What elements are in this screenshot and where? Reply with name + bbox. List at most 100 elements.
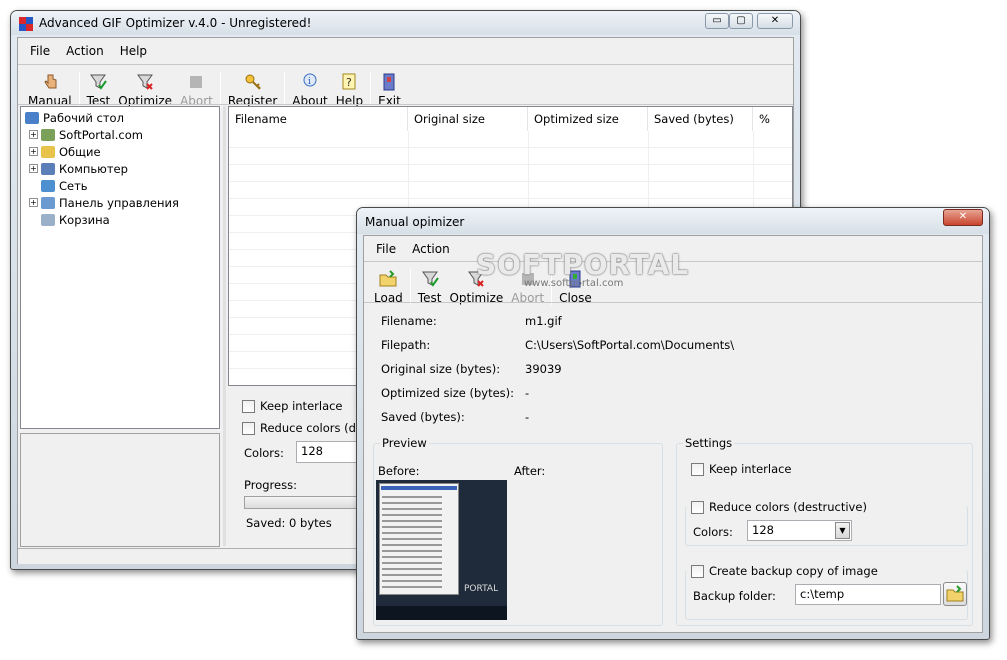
register-button[interactable]: Register: [224, 72, 281, 108]
tree-item-label: Общие: [59, 144, 101, 159]
main-title: Advanced GIF Optimizer v.4.0 - Unregiste…: [39, 16, 312, 30]
close-icon: ✕: [770, 15, 780, 26]
tree-item-label: Корзина: [59, 212, 110, 227]
folder-icon: [41, 145, 55, 158]
keep-interlace-checkbox[interactable]: [242, 400, 255, 413]
expand-icon[interactable]: +: [29, 147, 38, 156]
test-button[interactable]: Test: [83, 72, 115, 108]
browse-folder-button[interactable]: [943, 582, 967, 606]
field-value: m1.gif: [525, 314, 562, 328]
app-logo-icon: [19, 17, 33, 31]
tree-item[interactable]: + Панель управления: [25, 194, 219, 211]
dialog-titlebar[interactable]: Manual opimizer ✕: [357, 208, 989, 234]
stop-icon: [190, 76, 203, 88]
main-menubar: File Action Help: [22, 42, 155, 60]
column-saved[interactable]: Saved (bytes): [648, 107, 753, 131]
abort-button[interactable]: Abort: [176, 72, 217, 108]
recycle-bin-icon: [41, 213, 55, 226]
dialog-menu-file[interactable]: File: [368, 240, 404, 258]
maximize-icon: ▢: [736, 15, 746, 26]
column-filename[interactable]: Filename: [229, 107, 408, 131]
settings-group: Settings Keep interlace Reduce colors (d…: [676, 436, 973, 626]
backup-checkbox[interactable]: [691, 565, 704, 578]
before-label: Before:: [378, 464, 420, 478]
optimize-button[interactable]: Optimize: [114, 72, 176, 108]
tree-item-label: Рабочий стол: [43, 110, 124, 125]
tree-item-label: Компьютер: [59, 161, 128, 176]
hand-icon: [44, 74, 57, 89]
field-value: -: [525, 410, 530, 424]
tree-item-label: Сеть: [59, 178, 88, 193]
manual-button[interactable]: Manual: [24, 72, 76, 108]
dialog-reduce-colors-label: Reduce colors (destructive): [709, 500, 867, 514]
dialog-close-button[interactable]: ✕: [943, 209, 983, 226]
tree-item[interactable]: Корзина: [25, 211, 219, 228]
dialog-colors-select[interactable]: 128 ▼: [747, 520, 852, 541]
menu-help[interactable]: Help: [112, 42, 155, 60]
dialog-keep-interlace-option[interactable]: Keep interlace: [691, 462, 792, 476]
tree-item[interactable]: + Компьютер: [25, 160, 219, 177]
colors-label: Colors:: [244, 446, 284, 460]
progress-bar: [244, 496, 374, 509]
network-icon: [41, 179, 55, 192]
expand-icon[interactable]: +: [29, 130, 38, 139]
keep-interlace-label: Keep interlace: [260, 399, 343, 413]
folder-tree[interactable]: Рабочий стол + SoftPortal.com + Общие + Компью…: [20, 106, 220, 429]
tree-item[interactable]: + Общие: [25, 143, 219, 160]
preview-thumb-text: PORTAL: [464, 584, 499, 594]
backup-folder-input[interactable]: c:\temp: [795, 584, 941, 605]
info-icon: i: [303, 73, 317, 87]
splitter[interactable]: [223, 106, 226, 546]
dialog-keep-interlace-checkbox[interactable]: [691, 463, 704, 476]
tree-item[interactable]: + SoftPortal.com: [25, 126, 219, 143]
tree-item[interactable]: Сеть: [25, 177, 219, 194]
exit-button[interactable]: Exit: [374, 72, 405, 108]
minimize-icon: ▭: [712, 15, 722, 26]
menu-action[interactable]: Action: [58, 42, 112, 60]
folder-open-icon: [379, 270, 397, 287]
before-preview-image: PORTAL: [376, 480, 507, 620]
help-button[interactable]: ? Help: [332, 72, 367, 108]
after-label: After:: [514, 464, 546, 478]
settings-title: Settings: [683, 436, 735, 450]
preview-group: Preview Before: After: PORTAL: [373, 436, 663, 626]
main-titlebar[interactable]: Advanced GIF Optimizer v.4.0 - Unregiste…: [11, 11, 800, 35]
column-optimized-size[interactable]: Optimized size (bytes): [528, 107, 648, 150]
dialog-title: Manual opimizer: [365, 215, 465, 229]
folder-open-icon: [946, 585, 964, 602]
dialog-menu-action[interactable]: Action: [404, 240, 458, 258]
svg-text:i: i: [308, 77, 311, 87]
menu-file[interactable]: File: [22, 42, 58, 60]
dialog-reduce-colors-option[interactable]: Reduce colors (destructive): [691, 500, 867, 514]
maximize-button[interactable]: ▢: [729, 13, 753, 29]
computer-icon: [41, 162, 55, 175]
about-button[interactable]: i About: [288, 72, 331, 108]
backup-option[interactable]: Create backup copy of image: [691, 564, 878, 578]
keep-interlace-option[interactable]: Keep interlace: [242, 399, 343, 413]
tree-item[interactable]: Рабочий стол: [25, 109, 219, 126]
dialog-reduce-colors-checkbox[interactable]: [691, 501, 704, 514]
expand-icon[interactable]: +: [29, 198, 38, 207]
key-icon: [245, 74, 261, 90]
field-label: Original size (bytes):: [381, 362, 501, 376]
funnel-test-icon: [421, 271, 439, 287]
column-percent[interactable]: %: [753, 107, 792, 131]
column-original-size[interactable]: Original size (bytes): [408, 107, 528, 150]
tree-item-label: SoftPortal.com: [59, 127, 143, 142]
softportal-watermark: SOFTPORTAL: [476, 248, 690, 281]
dialog-test-button[interactable]: Test: [414, 269, 446, 305]
minimize-button[interactable]: ▭: [705, 13, 729, 29]
funnel-optimize-icon: [137, 74, 154, 90]
exit-door-icon: [383, 73, 395, 91]
funnel-test-icon: [90, 74, 108, 90]
dialog-colors-label: Colors:: [693, 525, 733, 539]
control-panel-icon: [41, 196, 55, 209]
help-icon: ?: [342, 73, 356, 90]
dropdown-arrow-icon[interactable]: ▼: [835, 522, 850, 539]
load-button[interactable]: Load: [370, 269, 407, 305]
close-button[interactable]: ✕: [757, 13, 793, 29]
softportal-url-watermark: www.softportal.com: [524, 278, 624, 289]
main-toolbar: Manual Test Optimize Abort Register i Ab…: [24, 68, 405, 108]
reduce-colors-checkbox[interactable]: [242, 422, 255, 435]
expand-icon[interactable]: +: [29, 164, 38, 173]
